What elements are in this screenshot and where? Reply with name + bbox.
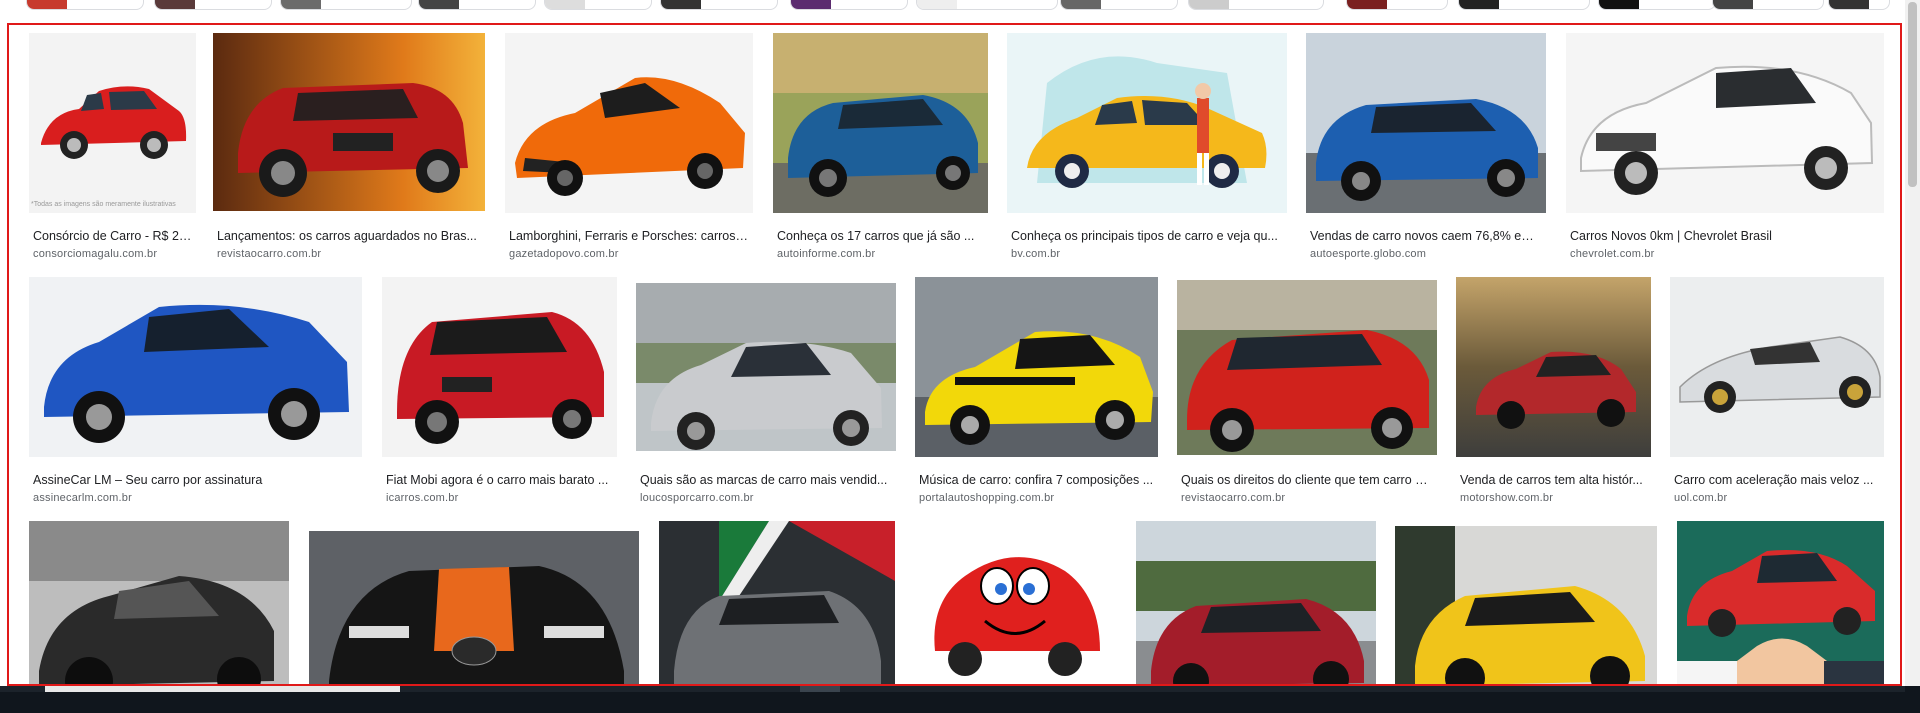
result-title[interactable]: Quais são as marcas de carro mais vendid…: [640, 473, 892, 487]
yellow-camaro-image[interactable]: [915, 277, 1158, 457]
result-title[interactable]: Carros Novos 0km | Chevrolet Brasil: [1570, 229, 1880, 243]
result-title[interactable]: Vendas de carro novos caem 76,8% em ...: [1310, 229, 1542, 243]
image-caption: *Todas as imagens são meramente ilustrat…: [31, 201, 176, 208]
image-result[interactable]: [1136, 521, 1376, 684]
image-result[interactable]: Carros Novos 0km | Chevrolet Brasil chev…: [1566, 33, 1884, 263]
related-searches-strip: [0, 0, 1920, 10]
gray-fiat-pulse-image[interactable]: [659, 521, 895, 684]
image-result[interactable]: [1395, 521, 1657, 684]
related-chip[interactable]: [916, 0, 1058, 10]
black-lykan-supercar-image[interactable]: [29, 521, 289, 684]
image-result[interactable]: [309, 521, 639, 684]
result-source[interactable]: loucosporcarro.com.br: [640, 492, 892, 504]
result-source[interactable]: bv.com.br: [1011, 248, 1283, 260]
image-result[interactable]: [915, 521, 1116, 684]
result-source[interactable]: icarros.com.br: [386, 492, 613, 504]
horizontal-scrollbar-segment: [800, 686, 840, 692]
horizontal-scrollbar-thumb[interactable]: [45, 686, 400, 692]
image-result[interactable]: [29, 521, 289, 684]
result-title[interactable]: Quais os direitos do cliente que tem car…: [1181, 473, 1431, 487]
blue-suv-road-image[interactable]: [773, 33, 988, 213]
result-title[interactable]: Fiat Mobi agora é o carro mais barato ..…: [386, 473, 613, 487]
image-result[interactable]: AssineCar LM – Seu carro por assinatura …: [29, 277, 362, 507]
image-result[interactable]: Quais os direitos do cliente que tem car…: [1177, 277, 1437, 507]
related-chip[interactable]: [1712, 0, 1824, 10]
white-chevrolet-hatch-image[interactable]: [1566, 33, 1884, 213]
orange-lamborghini-image[interactable]: [505, 33, 753, 213]
result-title[interactable]: Venda de carros tem alta histór...: [1460, 473, 1647, 487]
result-source[interactable]: chevrolet.com.br: [1570, 248, 1880, 260]
related-chip[interactable]: [1598, 0, 1716, 10]
result-title[interactable]: Lamborghini, Ferraris e Porsches: carros…: [509, 229, 749, 243]
blue-tracker-suv-image[interactable]: [1306, 33, 1546, 213]
image-result[interactable]: Lamborghini, Ferraris e Porsches: carros…: [505, 33, 753, 263]
result-title[interactable]: Consórcio de Carro - R$ 25...: [33, 229, 193, 243]
silver-hypercar-image[interactable]: [1670, 277, 1884, 457]
result-source[interactable]: autoinforme.com.br: [777, 248, 982, 260]
red-car-handshake-image[interactable]: [1677, 521, 1884, 684]
image-result[interactable]: *Todas as imagens são meramente ilustrat…: [29, 33, 196, 263]
silver-onix-city-image[interactable]: [636, 283, 896, 451]
image-result[interactable]: Venda de carros tem alta histór... motor…: [1456, 277, 1651, 507]
result-title[interactable]: AssineCar LM – Seu carro por assinatura: [33, 473, 358, 487]
result-source[interactable]: revistaocarro.com.br: [217, 248, 483, 260]
result-source[interactable]: assinecarlm.com.br: [33, 492, 358, 504]
cartoon-red-car-image[interactable]: [915, 521, 1116, 684]
result-source[interactable]: revistaocarro.com.br: [1181, 492, 1431, 504]
scrollbar-thumb[interactable]: [1908, 2, 1917, 187]
related-chip[interactable]: [280, 0, 412, 10]
yellow-car-illustration-image[interactable]: [1007, 33, 1287, 213]
result-title[interactable]: Lançamentos: os carros aguardados no Bra…: [217, 229, 483, 243]
result-source[interactable]: gazetadopovo.com.br: [509, 248, 749, 260]
red-sedan-forest-image[interactable]: [1456, 277, 1651, 457]
result-source[interactable]: portalautoshopping.com.br: [919, 492, 1154, 504]
result-source[interactable]: autoesporte.globo.com: [1310, 248, 1542, 260]
result-source[interactable]: motorshow.com.br: [1460, 492, 1647, 504]
image-result[interactable]: [659, 521, 895, 684]
result-source[interactable]: uol.com.br: [1674, 492, 1880, 504]
horizontal-scrollbar[interactable]: [0, 686, 1905, 692]
image-result[interactable]: Lançamentos: os carros aguardados no Bra…: [213, 33, 485, 263]
image-result[interactable]: Vendas de carro novos caem 76,8% em ... …: [1306, 33, 1546, 263]
image-result[interactable]: Música de carro: confira 7 composições .…: [915, 277, 1158, 507]
red-ecosport-image[interactable]: [1177, 280, 1437, 455]
related-chip[interactable]: [1828, 0, 1890, 10]
red-fiat-suv-sunset-image[interactable]: [213, 33, 485, 211]
image-result[interactable]: Quais são as marcas de carro mais vendid…: [636, 277, 896, 507]
blue-fiat-argo-image[interactable]: [29, 277, 362, 457]
related-chip[interactable]: [790, 0, 908, 10]
image-result[interactable]: Conheça os 17 carros que já são ... auto…: [773, 33, 988, 263]
red-hatchback-image[interactable]: [29, 33, 196, 213]
result-title[interactable]: Conheça os principais tipos de carro e v…: [1011, 229, 1283, 243]
image-result[interactable]: Conheça os principais tipos de carro e v…: [1007, 33, 1287, 263]
related-chip[interactable]: [154, 0, 272, 10]
red-fiat-mobi-image[interactable]: [382, 277, 617, 457]
related-chip[interactable]: [1458, 0, 1590, 10]
result-title[interactable]: Música de carro: confira 7 composições .…: [919, 473, 1154, 487]
related-chip[interactable]: [1346, 0, 1448, 10]
related-chip[interactable]: [1060, 0, 1178, 10]
related-chip[interactable]: [1188, 0, 1324, 10]
image-results-grid: *Todas as imagens são meramente ilustrat…: [7, 23, 1902, 686]
result-source[interactable]: consorciomagalu.com.br: [33, 248, 193, 260]
related-chip[interactable]: [26, 0, 144, 10]
result-title[interactable]: Conheça os 17 carros que já são ...: [777, 229, 982, 243]
red-peugeot-suv-image[interactable]: [1136, 521, 1376, 684]
yellow-lamborghini-urus-image[interactable]: [1395, 526, 1657, 684]
result-title[interactable]: Carro com aceleração mais veloz ...: [1674, 473, 1880, 487]
related-chip[interactable]: [544, 0, 652, 10]
related-chip[interactable]: [418, 0, 536, 10]
image-result[interactable]: [1677, 521, 1884, 684]
image-result[interactable]: Carro com aceleração mais veloz ... uol.…: [1670, 277, 1884, 507]
black-orange-bugatti-image[interactable]: [309, 531, 639, 684]
image-result[interactable]: Fiat Mobi agora é o carro mais barato ..…: [382, 277, 617, 507]
vertical-scrollbar[interactable]: [1905, 0, 1920, 700]
related-chip[interactable]: [660, 0, 778, 10]
